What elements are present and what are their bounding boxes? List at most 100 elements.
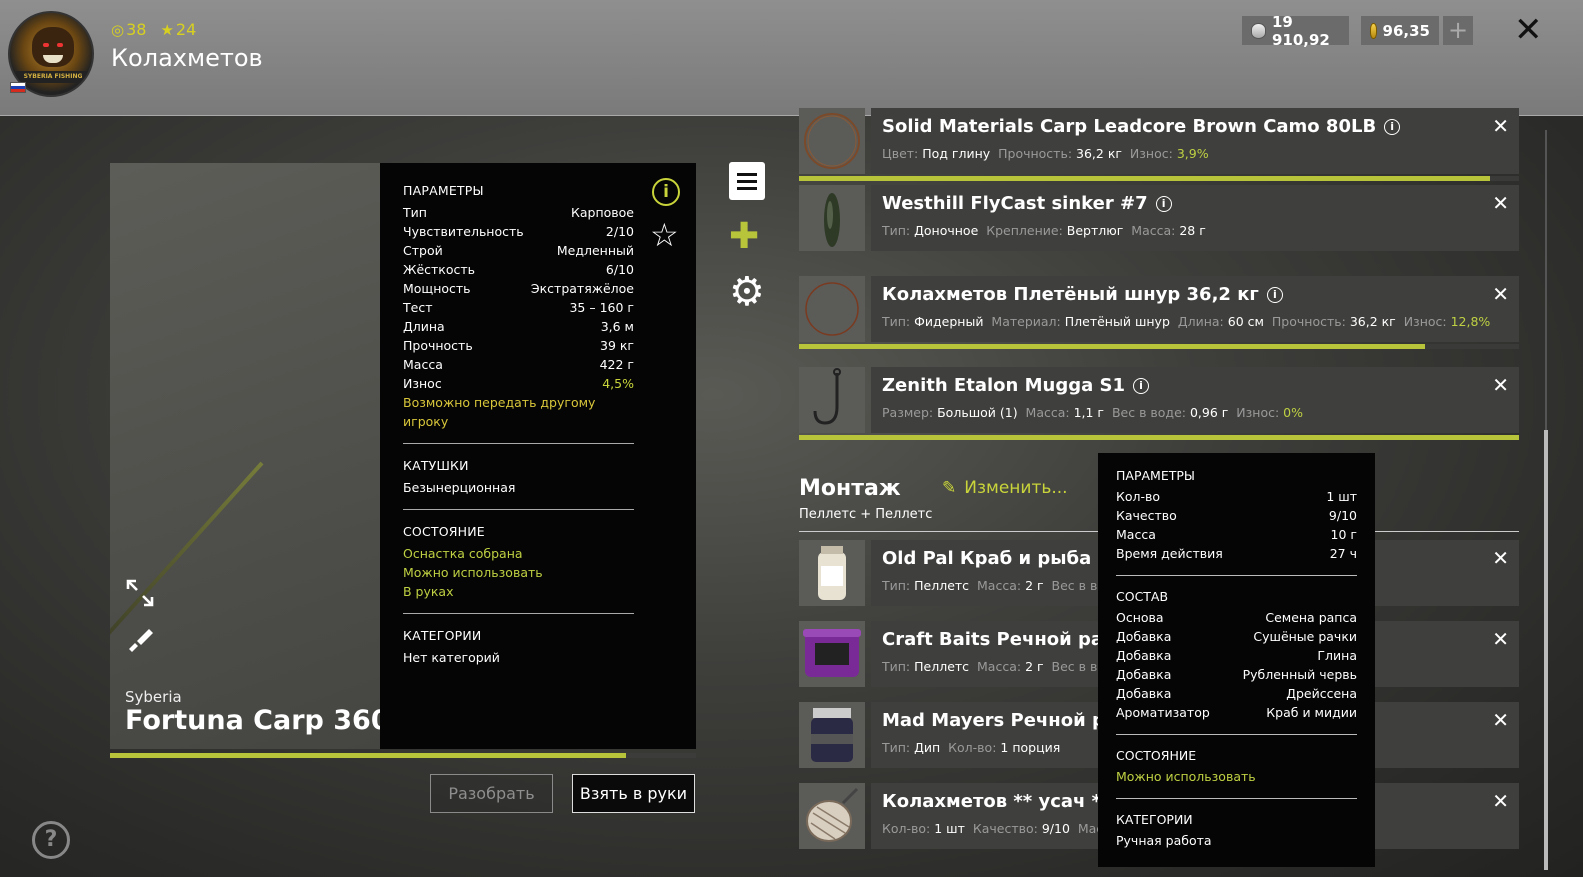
param-value: Экстратяжёлое [530,281,634,296]
item-title: Westhill FlyCast sinker #7 i [882,193,1172,214]
tooltip-row: Основа Семена рапса [1116,608,1357,627]
param-row: Строй Медленный [403,241,634,260]
tackle-item[interactable]: Solid Materials Carp Leadcore Brown Camo… [799,108,1519,174]
categories-value: Нет категорий [403,650,500,665]
info-icon[interactable]: i [1133,378,1149,394]
add-money-button[interactable]: + [1443,16,1473,45]
param-key: Строй [403,243,443,258]
bait-bag-icon [806,787,859,842]
item-meta: Кол-во: 1 шт Качество: 9/10 Масса: [882,821,1134,836]
item-body[interactable]: Solid Materials Carp Leadcore Brown Camo… [871,108,1519,174]
item-meta: Цвет: Под глину Прочность: 36,2 кг Износ… [882,146,1217,161]
meta-label: Прочность: [998,146,1073,161]
star-icon: ★ [160,21,174,39]
info-icon[interactable]: i [652,178,680,206]
state-item: В руках [403,584,454,599]
divider [1116,734,1357,735]
item-thumbnail [799,276,865,342]
tooltip-key: Время действия [1116,546,1223,561]
param-row: Длина 3,6 м [403,317,634,336]
scrollbar-thumb[interactable] [1544,430,1548,870]
param-value: 422 г [599,357,634,372]
close-icon[interactable]: ✕ [1514,12,1543,48]
state-item: Можно использовать [403,565,543,580]
tooltip-composition-title: СОСТАВ [1116,589,1169,604]
disassemble-button[interactable]: Разобрать [430,774,553,813]
remove-icon[interactable]: ✕ [1492,282,1509,306]
gold-balance[interactable]: 96,35 [1361,16,1439,45]
wear-bar [799,435,1519,440]
meta-value: 60 см [1227,314,1264,329]
remove-icon[interactable]: ✕ [1492,708,1509,732]
divider [403,443,634,444]
meta-label: Износ: [1129,146,1173,161]
silver-coins-icon [1251,22,1266,39]
info-icon[interactable]: i [1155,196,1172,212]
param-row: Износ 4,5% [403,374,634,393]
info-icon[interactable]: i [1266,287,1283,303]
item-body[interactable]: Westhill FlyCast sinker #7 i Тип: Доночное… [871,185,1519,251]
gear-icon[interactable]: ⚙ [729,272,767,312]
take-in-hands-button[interactable]: Взять в руки [572,774,695,813]
remove-icon[interactable]: ✕ [1492,627,1509,651]
tooltip-key: Добавка [1116,667,1172,682]
meta-label: Тип: [882,578,911,593]
param-value: 39 кг [600,338,634,353]
item-thumbnail [799,185,865,251]
meta-label: Длина: [1177,314,1224,329]
silver-balance[interactable]: 19 910,92 [1242,13,1349,49]
divider [403,613,634,614]
russia-flag-icon [10,82,26,93]
remove-icon[interactable]: ✕ [1492,114,1509,138]
meta-value: 1,1 г [1073,405,1104,420]
tooltip-key: Добавка [1116,686,1172,701]
item-meta: Размер: Большой (1) Масса: 1,1 г Вес в в… [882,405,1311,420]
meta-value: 2 г [1025,578,1044,593]
document-icon[interactable] [729,162,765,200]
expand-icon[interactable] [125,578,155,608]
transfer-note: Возможно передать другому игроку [403,395,596,429]
bear-eye-icon [57,43,63,47]
remove-icon[interactable]: ✕ [1492,373,1509,397]
favorite-star-icon[interactable]: ☆ [650,218,679,252]
item-title-text: Колахметов Плетёный шнур 36,2 кг [882,284,1259,305]
help-icon[interactable]: ? [32,821,70,859]
tackle-item[interactable]: Zenith Etalon Mugga S1 i Размер: Большой (… [799,367,1519,433]
item-thumbnail [799,108,865,174]
tackle-item[interactable]: Колахметов Плетёный шнур 36,2 кг i Тип: Фи… [799,276,1519,342]
item-body[interactable]: Zenith Etalon Mugga S1 i Размер: Большой (… [871,367,1519,433]
param-key: Чувствительность [403,224,524,239]
meta-label: Крепление: [986,223,1063,238]
meta-label: Масса: [977,578,1022,593]
player-stars: 24 [175,20,197,39]
tooltip-key: Добавка [1116,629,1172,644]
param-key: Прочность [403,338,473,353]
tooltip-state-title: СОСТОЯНИЕ [1116,748,1197,763]
remove-icon[interactable]: ✕ [1492,789,1509,813]
param-value: 6/10 [605,262,634,277]
remove-icon[interactable]: ✕ [1492,546,1509,570]
param-key: Тест [403,300,433,315]
item-thumbnail [799,702,865,768]
param-row: Тип Карповое [403,203,634,222]
info-icon[interactable]: i [1384,119,1401,135]
paint-brush-icon[interactable] [125,623,155,653]
remove-icon[interactable]: ✕ [1492,191,1509,215]
silver-amount: 19 910,92 [1271,12,1330,49]
rod-preview[interactable]: Syberia Fortuna Carp 360XH [110,163,380,749]
player-level: 38 [126,20,147,39]
item-body[interactable]: Колахметов Плетёный шнур 36,2 кг i Тип: Фи… [871,276,1519,342]
pellet-jar-icon [818,546,846,600]
line-spool-icon [804,113,860,169]
item-thumbnail [799,540,865,606]
tooltip-value: 27 ч [1329,546,1357,561]
braid-line-icon [805,282,859,336]
param-key: Жёсткость [403,262,476,277]
item-title-text: Westhill FlyCast sinker #7 [882,193,1148,214]
tackle-item[interactable]: Westhill FlyCast sinker #7 i Тип: Доночное… [799,185,1519,251]
tooltip-composition: Основа Семена рапса Добавка Сушёные рачки До… [1116,608,1357,722]
gold-coins-icon [1370,22,1377,39]
montage-edit-link[interactable]: ✎ Изменить... [942,478,1068,498]
puzzle-icon[interactable]: ✚ [729,218,767,256]
item-meta: Тип: Дип Кол-во: 1 порция [882,740,1068,755]
